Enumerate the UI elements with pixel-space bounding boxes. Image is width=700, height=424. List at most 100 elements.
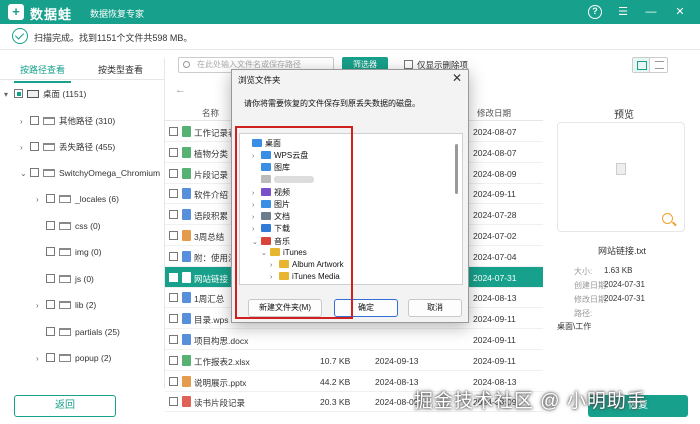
- row-checkbox[interactable]: [169, 293, 178, 303]
- file-size: 20.3 KB: [320, 397, 351, 408]
- table-row[interactable]: 工作报表2.xlsx 10.7 KB 2024-09-13 2024-09-11: [165, 350, 543, 371]
- back-arrow-icon[interactable]: ←: [175, 84, 186, 96]
- row-checkbox[interactable]: [169, 168, 178, 178]
- row-checkbox[interactable]: [169, 231, 178, 240]
- tree-item[interactable]: partials (25): [36, 326, 120, 343]
- tab-by-path[interactable]: 按路径查看: [13, 63, 72, 83]
- search-placeholder: 在此处输入文件名或保存路径: [197, 60, 301, 69]
- tree-checkbox[interactable]: [46, 326, 55, 336]
- tree-item[interactable]: js (0): [36, 273, 94, 290]
- file-type-icon: [182, 375, 191, 387]
- tree-item-label: partials (25): [75, 326, 120, 337]
- tree-checkbox[interactable]: [30, 167, 39, 177]
- close-button[interactable]: ✕: [672, 4, 688, 20]
- drive-icon: [27, 90, 39, 98]
- tree-checkbox[interactable]: [46, 353, 55, 362]
- expand-arrow-icon[interactable]: ⌄: [20, 169, 30, 178]
- tree-checkbox[interactable]: [30, 115, 39, 125]
- folder-icon: [59, 221, 71, 230]
- file-mtime: 2024-08-09: [473, 168, 517, 179]
- tree-item-label: img (0): [75, 247, 102, 257]
- tree-item[interactable]: › lib (2): [36, 300, 96, 316]
- tree-item-label: 丢失路径 (455): [59, 142, 116, 152]
- row-checkbox[interactable]: [169, 355, 178, 365]
- file-mtime: 2024-08-07: [473, 127, 517, 137]
- file-name: 1周汇总: [194, 294, 225, 305]
- tree-checkbox[interactable]: [46, 194, 55, 203]
- file-type-icon: [182, 396, 191, 408]
- file-size: 44.2 KB: [320, 376, 351, 387]
- row-checkbox[interactable]: [169, 147, 178, 157]
- app-name: 数据蛙: [30, 7, 73, 22]
- preview-filename: 网站链接.txt: [598, 246, 647, 256]
- row-checkbox[interactable]: [169, 251, 178, 261]
- tree-item[interactable]: css (0): [36, 220, 101, 237]
- tree-item[interactable]: ⌄ SwitchyOmega_Chromium: [20, 167, 161, 184]
- tree-checkbox[interactable]: [46, 273, 55, 283]
- list-view-icon[interactable]: [655, 61, 664, 69]
- tree-item[interactable]: › _locales (6): [36, 194, 119, 210]
- tree-item[interactable]: img (0): [36, 247, 101, 263]
- tree-checkbox[interactable]: [30, 142, 39, 151]
- file-mtime: 2024-09-11: [473, 355, 516, 366]
- file-size: 10.7 KB: [320, 355, 351, 366]
- tree-item[interactable]: › popup (2): [36, 353, 111, 369]
- dialog-scrollbar[interactable]: [455, 144, 458, 194]
- preview-info-value: 2024-07-31: [604, 294, 645, 303]
- col-name[interactable]: 名称: [202, 107, 219, 119]
- tree-checkbox[interactable]: [46, 247, 55, 256]
- file-name: 软件介绍: [194, 190, 229, 201]
- scan-status: 扫描完成。找到1151个文件共598 MB。: [0, 24, 700, 50]
- expand-arrow-icon[interactable]: ›: [20, 143, 30, 152]
- row-checkbox[interactable]: [169, 397, 178, 407]
- tab-by-type[interactable]: 按类型查看: [98, 63, 143, 76]
- view-tabs: 按路径查看 按类型查看: [0, 58, 164, 83]
- row-checkbox[interactable]: [169, 210, 178, 220]
- file-mtime: 2024-09-11: [473, 314, 516, 325]
- expand-arrow-icon[interactable]: ›: [36, 195, 46, 204]
- table-row[interactable]: 项目构思.docx 2024-09-11: [165, 329, 543, 350]
- file-type-icon: [182, 126, 191, 137]
- file-type-icon: [182, 334, 191, 345]
- folder-icon: [43, 116, 55, 125]
- expand-arrow-icon[interactable]: ›: [20, 117, 30, 126]
- preview-path: 桌面\工作: [557, 322, 592, 331]
- tree-checkbox[interactable]: [46, 220, 55, 230]
- help-icon[interactable]: ?: [588, 5, 602, 19]
- cancel-button[interactable]: 取消: [408, 299, 462, 317]
- row-checkbox[interactable]: [169, 127, 178, 136]
- dialog-close-icon[interactable]: ✕: [452, 71, 462, 85]
- tree-item[interactable]: › 其他路径 (310): [20, 115, 115, 131]
- row-checkbox[interactable]: [169, 314, 178, 324]
- folder-icon: [59, 195, 71, 203]
- row-checkbox[interactable]: [169, 335, 178, 344]
- file-name: 说明展示.pptx: [194, 377, 247, 388]
- file-mtime: 2024-07-02: [473, 231, 517, 241]
- expand-arrow-icon[interactable]: ›: [36, 354, 46, 363]
- back-button[interactable]: 返回: [14, 395, 116, 417]
- file-type-icon: [182, 167, 191, 179]
- row-checkbox[interactable]: [169, 189, 178, 199]
- minimize-button[interactable]: —: [643, 4, 659, 20]
- expand-arrow-icon[interactable]: ▾: [4, 90, 14, 99]
- file-ctime: 2024-08-09: [375, 397, 419, 408]
- tree-item[interactable]: › 丢失路径 (455): [20, 141, 115, 157]
- file-mtime: 2024-07-28: [473, 210, 517, 221]
- search-icon: [183, 61, 190, 68]
- tree-checkbox[interactable]: [14, 89, 23, 98]
- tree-item-label: lib (2): [75, 300, 97, 310]
- tree-item[interactable]: ▾ 桌面 (1151): [4, 88, 86, 104]
- only-deleted-checkbox[interactable]: [404, 60, 413, 69]
- expand-arrow-icon[interactable]: ›: [36, 301, 46, 310]
- app-logo: +: [8, 4, 24, 20]
- view-mode-switch[interactable]: [632, 57, 668, 73]
- row-checkbox[interactable]: [169, 272, 178, 282]
- zoom-icon[interactable]: [662, 213, 673, 224]
- file-mtime: 2024-08-07: [473, 147, 517, 158]
- menu-icon[interactable]: ☰: [615, 4, 631, 20]
- tree-item-label: SwitchyOmega_Chromium: [59, 167, 161, 178]
- row-checkbox[interactable]: [169, 376, 178, 386]
- col-mtime[interactable]: 修改日期: [477, 107, 511, 119]
- tree-checkbox[interactable]: [46, 300, 55, 309]
- grid-view-icon[interactable]: [633, 58, 650, 72]
